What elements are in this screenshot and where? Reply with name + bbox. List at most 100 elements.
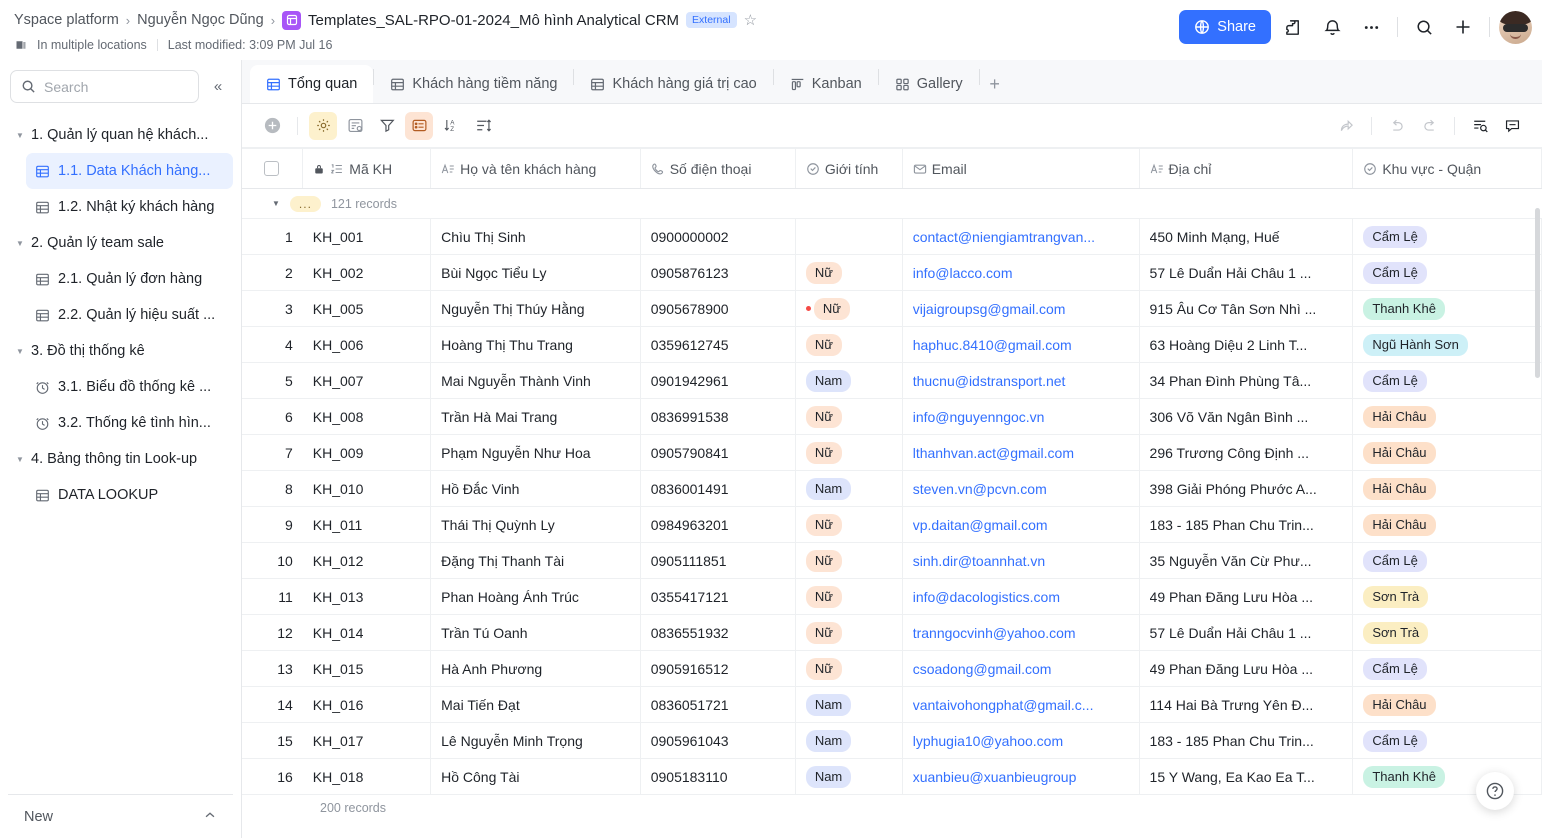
cell-ho-va-ten[interactable]: Phan Hoàng Ánh Trúc bbox=[430, 578, 641, 615]
column-header-ho-va-ten[interactable]: Họ và tên khách hàng bbox=[430, 148, 641, 189]
cell-so-dien-thoai[interactable]: 0984963201 bbox=[640, 506, 796, 543]
cell-email[interactable]: vijaigroupsg@gmail.com bbox=[902, 290, 1140, 327]
cell-dia-chi[interactable]: 49 Phan Đăng Lưu Hòa ... bbox=[1139, 650, 1354, 687]
cell-ho-va-ten[interactable]: Lê Nguyễn Minh Trọng bbox=[430, 722, 641, 759]
email-link[interactable]: info@dacologistics.com bbox=[913, 589, 1129, 605]
cell-so-dien-thoai[interactable]: 0355417121 bbox=[640, 578, 796, 615]
column-header-ma-kh[interactable]: Mã KH bbox=[302, 148, 432, 189]
cell-gioi-tinh[interactable]: Nữ bbox=[795, 290, 903, 327]
cell-ho-va-ten[interactable]: Mai Nguyễn Thành Vinh bbox=[430, 362, 641, 399]
cell-ma-kh[interactable]: KH_015 bbox=[302, 650, 432, 687]
cell-gioi-tinh[interactable]: Nữ bbox=[795, 614, 903, 651]
cell-dia-chi[interactable]: 15 Y Wang, Ea Kao Ea T... bbox=[1139, 758, 1354, 795]
cell-khu-vuc-quan[interactable]: Hải Châu bbox=[1352, 434, 1542, 471]
table-row[interactable]: 5 KH_007 Mai Nguyễn Thành Vinh 0901942961 Na… bbox=[242, 362, 1542, 399]
email-link[interactable]: xuanbieu@xuanbieugroup bbox=[913, 769, 1129, 785]
cell-gioi-tinh[interactable]: Nam bbox=[795, 470, 903, 507]
comment-button[interactable] bbox=[1498, 112, 1526, 140]
cell-gioi-tinh[interactable]: Nữ bbox=[795, 326, 903, 363]
star-icon[interactable]: ☆ bbox=[744, 13, 757, 28]
field-settings-button[interactable] bbox=[309, 111, 337, 140]
group-row[interactable]: ▼... 121 records bbox=[242, 188, 1542, 219]
bell-icon[interactable] bbox=[1315, 10, 1349, 44]
cell-khu-vuc-quan[interactable]: Cẩm Lệ bbox=[1352, 650, 1542, 687]
sidebar-item[interactable]: 1.2. Nhật ký khách hàng bbox=[26, 189, 233, 225]
cell-ho-va-ten[interactable]: Nguyễn Thị Thúy Hằng bbox=[430, 290, 641, 327]
table-row[interactable]: 7 KH_009 Phạm Nguyễn Như Hoa 0905790841 Nữ lt… bbox=[242, 434, 1542, 471]
cell-khu-vuc-quan[interactable]: Cẩm Lệ bbox=[1352, 362, 1542, 399]
chevron-down-icon[interactable]: ▼ bbox=[14, 347, 26, 356]
cell-dia-chi[interactable]: 57 Lê Duẩn Hải Châu 1 ... bbox=[1139, 614, 1354, 651]
cell-ma-kh[interactable]: KH_018 bbox=[302, 758, 432, 795]
cell-ma-kh[interactable]: KH_016 bbox=[302, 686, 432, 723]
cell-so-dien-thoai[interactable]: 0901942961 bbox=[640, 362, 796, 399]
table-row[interactable]: 8 KH_010 Hồ Đắc Vinh 0836001491 Nam steven.vn… bbox=[242, 470, 1542, 507]
cell-dia-chi[interactable]: 450 Minh Mạng, Huế bbox=[1139, 218, 1354, 255]
column-header-so-dien-thoai[interactable]: Số điện thoại bbox=[640, 148, 796, 189]
cell-ma-kh[interactable]: KH_006 bbox=[302, 326, 432, 363]
cell-khu-vuc-quan[interactable]: Cẩm Lệ bbox=[1352, 218, 1542, 255]
cell-khu-vuc-quan[interactable]: Thanh Khê bbox=[1352, 290, 1542, 327]
cell-email[interactable]: vantaivohongphat@gmail.c... bbox=[902, 686, 1140, 723]
filter-button[interactable] bbox=[373, 112, 401, 140]
cell-ma-kh[interactable]: KH_014 bbox=[302, 614, 432, 651]
cell-ho-va-ten[interactable]: Hoàng Thị Thu Trang bbox=[430, 326, 641, 363]
cell-ho-va-ten[interactable]: Đặng Thị Thanh Tài bbox=[430, 542, 641, 579]
cell-gioi-tinh[interactable]: Nữ bbox=[795, 542, 903, 579]
cell-dia-chi[interactable]: 183 - 185 Phan Chu Trin... bbox=[1139, 506, 1354, 543]
cell-ma-kh[interactable]: KH_011 bbox=[302, 506, 432, 543]
cell-email[interactable]: lyphugia10@yahoo.com bbox=[902, 722, 1140, 759]
chevron-down-icon[interactable]: ▼ bbox=[14, 131, 26, 140]
add-view-button[interactable]: + bbox=[980, 65, 1010, 103]
tab-1[interactable]: Khách hàng tiềm năng bbox=[374, 65, 573, 103]
search-input[interactable] bbox=[44, 78, 188, 95]
search-input-wrapper[interactable] bbox=[10, 70, 199, 103]
email-link[interactable]: csoadong@gmail.com bbox=[913, 661, 1129, 677]
sort-button[interactable]: AZ bbox=[437, 112, 465, 140]
add-record-button[interactable] bbox=[258, 112, 286, 140]
cell-gioi-tinh[interactable]: Nam bbox=[795, 722, 903, 759]
cell-so-dien-thoai[interactable]: 0905916512 bbox=[640, 650, 796, 687]
table-row[interactable]: 9 KH_011 Thái Thị Quỳnh Ly 0984963201 Nữ vp.d… bbox=[242, 506, 1542, 543]
cell-gioi-tinh[interactable] bbox=[795, 218, 903, 255]
email-link[interactable]: contact@niengiamtrangvan... bbox=[913, 229, 1129, 245]
cell-khu-vuc-quan[interactable]: Ngũ Hành Sơn bbox=[1352, 326, 1542, 363]
redo-button[interactable] bbox=[1415, 112, 1443, 140]
chevron-double-left-icon[interactable]: « bbox=[205, 74, 231, 100]
cell-khu-vuc-quan[interactable]: Sơn Trà bbox=[1352, 578, 1542, 615]
cell-so-dien-thoai[interactable]: 0900000002 bbox=[640, 218, 796, 255]
cell-email[interactable]: info@nguyenngoc.vn bbox=[902, 398, 1140, 435]
cell-email[interactable]: info@lacco.com bbox=[902, 254, 1140, 291]
table-row[interactable]: 10 KH_012 Đặng Thị Thanh Tài 0905111851 Nữ si… bbox=[242, 542, 1542, 579]
email-link[interactable]: vijaigroupsg@gmail.com bbox=[913, 301, 1129, 317]
list-adjust-button[interactable] bbox=[469, 112, 497, 140]
table-row[interactable]: 1 KH_001 Chìu Thị Sinh 0900000002 contact@ni… bbox=[242, 218, 1542, 255]
table-row[interactable]: 3 KH_005 Nguyễn Thị Thúy Hằng 0905678900 Nữ v… bbox=[242, 290, 1542, 327]
cell-so-dien-thoai[interactable]: 0836551932 bbox=[640, 614, 796, 651]
vertical-scrollbar[interactable] bbox=[1535, 208, 1540, 378]
group-button[interactable] bbox=[341, 112, 369, 140]
table-row[interactable]: 11 KH_013 Phan Hoàng Ánh Trúc 0355417121 Nữ i… bbox=[242, 578, 1542, 615]
column-header-gioi-tinh[interactable]: Giới tính bbox=[795, 148, 903, 189]
cell-dia-chi[interactable]: 34 Phan Đình Phùng Tâ... bbox=[1139, 362, 1354, 399]
sidebar-item[interactable]: 2.1. Quản lý đơn hàng bbox=[26, 261, 233, 297]
cell-ma-kh[interactable]: KH_009 bbox=[302, 434, 432, 471]
chevron-up-icon[interactable] bbox=[203, 808, 217, 825]
table-row[interactable]: 13 KH_015 Hà Anh Phương 0905916512 Nữ csoadon… bbox=[242, 650, 1542, 687]
cell-dia-chi[interactable]: 296 Trương Công Định ... bbox=[1139, 434, 1354, 471]
cell-so-dien-thoai[interactable]: 0905876123 bbox=[640, 254, 796, 291]
cell-gioi-tinh[interactable]: Nam bbox=[795, 758, 903, 795]
email-link[interactable]: steven.vn@pcvn.com bbox=[913, 481, 1129, 497]
table-row[interactable]: 16 KH_018 Hồ Công Tài 0905183110 Nam xuanbieu… bbox=[242, 758, 1542, 795]
table-row[interactable]: 14 KH_016 Mai Tiến Đạt 0836051721 Nam vantaiv… bbox=[242, 686, 1542, 723]
email-link[interactable]: haphuc.8410@gmail.com bbox=[913, 337, 1129, 353]
sidebar-item[interactable]: 3.1. Biểu đồ thống kê ... bbox=[26, 369, 233, 405]
email-link[interactable]: tranngocvinh@yahoo.com bbox=[913, 625, 1129, 641]
cell-dia-chi[interactable]: 183 - 185 Phan Chu Trin... bbox=[1139, 722, 1354, 759]
cell-email[interactable]: info@dacologistics.com bbox=[902, 578, 1140, 615]
cell-khu-vuc-quan[interactable]: Cẩm Lệ bbox=[1352, 254, 1542, 291]
row-height-button[interactable] bbox=[405, 111, 433, 140]
cell-ma-kh[interactable]: KH_005 bbox=[302, 290, 432, 327]
cell-email[interactable]: haphuc.8410@gmail.com bbox=[902, 326, 1140, 363]
cell-khu-vuc-quan[interactable]: Hải Châu bbox=[1352, 686, 1542, 723]
